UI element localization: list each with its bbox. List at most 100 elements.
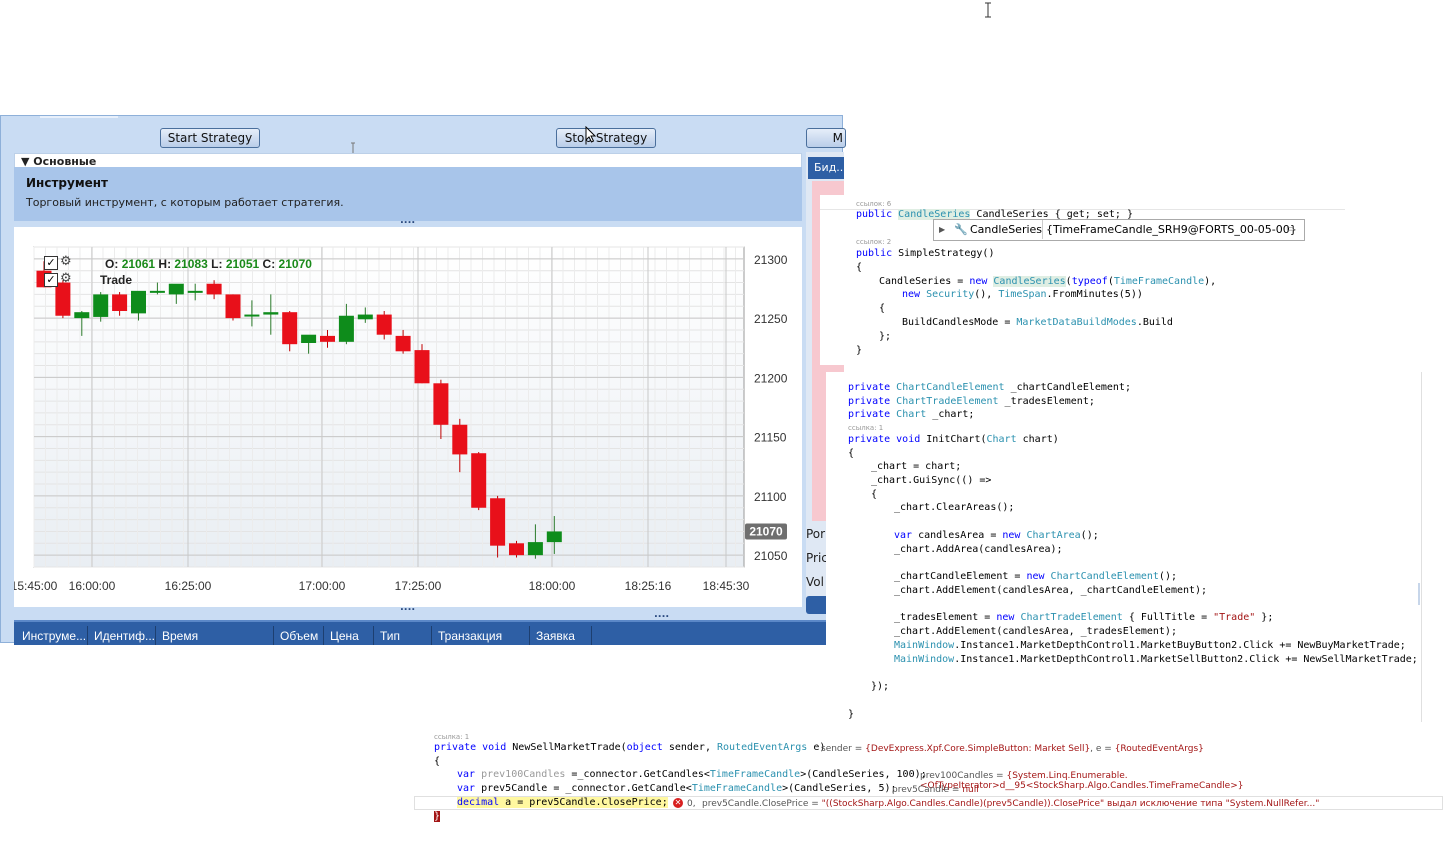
- o-value: 21061: [121, 257, 156, 271]
- code-mid-l13: _chart.AddElement(candlesArea, _chartCan…: [894, 585, 1208, 596]
- code-mid-l16: MainWindow.Instance1.MarketDepthControl1…: [894, 640, 1406, 651]
- candle-body: [357, 314, 373, 320]
- code-bot-l6: }: [434, 811, 441, 822]
- x-tick-label: 18:45:30: [703, 579, 750, 593]
- datatip-value: {TimeFrameCandle_SRH9@FORTS_00-05-00}: [1042, 220, 1297, 239]
- error-icon[interactable]: ✕: [673, 798, 683, 808]
- code-line-buildmode: BuildCandlesMode = MarketDataBuildModes.…: [902, 317, 1173, 328]
- code-line-new-series: CandleSeries = new CandleSeries(typeof(T…: [879, 276, 1217, 287]
- chart-svg: 21300 21250 21200 21150 21100 21050 15:45:00 16…: [11, 246, 788, 593]
- start-strategy-button[interactable]: Start Strategy: [160, 128, 260, 148]
- candle-body: [452, 424, 468, 455]
- expand-icon[interactable]: ▶: [939, 220, 945, 239]
- code-bot-l4: var prev5Candle = _connector.GetCandle<T…: [457, 783, 897, 794]
- trade-legend: Trade: [100, 273, 133, 287]
- code-mid-l1: private ChartCandleElement _chartCandleE…: [848, 382, 1131, 393]
- code-line-brace: {: [856, 262, 863, 273]
- candle-body: [433, 383, 449, 425]
- table-column-header[interactable]: Инструме...: [16, 626, 88, 645]
- splitter-grip-bottom[interactable]: ....: [400, 602, 415, 613]
- code-mid-l18: });: [871, 681, 890, 692]
- candle-body: [490, 498, 506, 546]
- table-column-header[interactable]: Тип: [374, 626, 432, 645]
- x-tick-label: 15:45:00: [14, 579, 58, 593]
- code-line-security: new Security(), TimeSpan.FromMinutes(5)): [902, 289, 1143, 300]
- candle-body: [112, 294, 128, 311]
- candle-gear-icon[interactable]: ⚙: [60, 254, 72, 269]
- ref-count-1-bottom: ссылка: 1: [434, 733, 470, 741]
- code-mid-l3: private Chart _chart;: [848, 409, 975, 420]
- code-mid-l15: _chart.AddElement(candlesArea, _tradesEl…: [894, 626, 1177, 637]
- code-mid-l19: }: [848, 709, 855, 720]
- candle-body: [168, 283, 184, 295]
- table-column-header[interactable]: Идентиф...: [88, 626, 156, 645]
- table-column-header[interactable]: Транзакция: [432, 626, 530, 645]
- ohlc-legend: O: 21061 H: 21083 L: 21051 C: 21070: [105, 257, 312, 271]
- table-column-header[interactable]: Время: [156, 626, 274, 645]
- right-label-pric: Pric: [806, 551, 828, 565]
- x-tick-label: 18:00:00: [529, 579, 576, 593]
- x-tick-label: 17:00:00: [299, 579, 346, 593]
- right-top-button[interactable]: M: [806, 128, 846, 148]
- trade-gear-icon[interactable]: ⚙: [60, 271, 72, 286]
- candle-visibility-checkbox[interactable]: ✓: [44, 256, 58, 270]
- debug-sender: sender = {DevExpress.Xpf.Core.SimpleButt…: [821, 744, 1204, 754]
- debug-prev100: prev100Candles = {System.Linq.Enumerable…: [920, 771, 1244, 791]
- code-mid-l8: {: [871, 489, 878, 500]
- ref-count-2: ссылок: 2: [856, 238, 892, 246]
- splitter-grip-right[interactable]: ....: [654, 609, 669, 620]
- splitter-grip-top[interactable]: ....: [400, 215, 415, 226]
- code-block-bottom: ссылка: 1 private void NewSellMarketTrad…: [414, 722, 1443, 840]
- code-block-mid: private ChartCandleElement _chartCandleE…: [826, 372, 1422, 722]
- table-column-header[interactable]: Цена: [324, 626, 374, 645]
- scroll-marker: [1418, 583, 1420, 605]
- code-mid-l9: _chart.ClearAreas();: [894, 502, 1015, 513]
- trades-table-header: Инструме... Идентиф... Время Объем Цена Тип Тр…: [14, 620, 827, 645]
- code-mid-l10: var candlesArea = new ChartArea();: [894, 530, 1099, 541]
- code-mid-l17: MainWindow.Instance1.MarketDepthControl1…: [894, 654, 1418, 665]
- x-tick-label: 16:25:00: [165, 579, 212, 593]
- y-tick-label: 21200: [754, 371, 788, 385]
- l-value: 21051: [225, 257, 260, 271]
- datatip[interactable]: ▶ 🔧 CandleSeries {TimeFrameCandle_SRH9@F…: [933, 219, 1305, 241]
- candle-body: [509, 543, 524, 556]
- code-mid-l12: _chartCandleElement = new ChartCandleEle…: [894, 571, 1177, 582]
- window-top-highlight: [40, 116, 118, 118]
- candle-body: [131, 290, 146, 314]
- code-bot-l5: decimal a = prev5Candle.ClosePrice;: [457, 797, 668, 808]
- code-block-top: ссылок: 6 public CandleSeries CandleSeri…: [820, 195, 1345, 365]
- price-marker-label: 21070: [749, 524, 783, 538]
- code-line-brace2: {: [879, 303, 886, 314]
- y-tick-label: 21050: [754, 549, 788, 563]
- table-column-header[interactable]: Заявка: [530, 626, 592, 645]
- code-mid-l11: _chart.AddArea(candlesArea);: [894, 544, 1063, 555]
- debug-prev5: prev5Candle = null: [892, 785, 979, 795]
- candle-body: [546, 531, 562, 543]
- candle-body: [206, 283, 222, 295]
- property-description: Инструмент Торговый инструмент, с которы…: [14, 167, 802, 221]
- x-tick-label: 16:00:00: [69, 579, 116, 593]
- code-bot-l2: {: [434, 756, 441, 767]
- o-label: O:: [105, 257, 119, 271]
- candle-body: [55, 282, 71, 316]
- ref-count-1: ссылка: 1: [848, 424, 884, 432]
- candle-body: [338, 315, 354, 342]
- code-mid-l6: _chart = chart;: [871, 461, 962, 472]
- h-label: H:: [158, 257, 172, 271]
- candle-body: [225, 294, 241, 319]
- code-mid-l4: private void InitChart(Chart chart): [848, 434, 1059, 445]
- right-panel-header: Бид...: [808, 157, 844, 179]
- wrench-icon: 🔧: [954, 223, 968, 236]
- pin-icon[interactable]: ▭: [1286, 220, 1295, 239]
- candle-body: [527, 542, 543, 556]
- code-bot-l1: private void NewSellMarketTrade(object s…: [434, 742, 826, 753]
- candle-chart[interactable]: 21300 21250 21200 21150 21100 21050 15:45:00 16…: [11, 227, 802, 607]
- stop-strategy-button[interactable]: Stop Strategy: [556, 128, 656, 148]
- table-column-header[interactable]: Объем: [274, 626, 324, 645]
- trade-visibility-checkbox[interactable]: ✓: [44, 273, 58, 287]
- h-value: 21083: [174, 257, 208, 271]
- code-line-ctor: public SimpleStrategy(): [856, 248, 995, 259]
- l-label: L:: [211, 257, 223, 271]
- x-tick-label: 18:25:16: [625, 579, 672, 593]
- y-tick-label: 21100: [754, 490, 787, 504]
